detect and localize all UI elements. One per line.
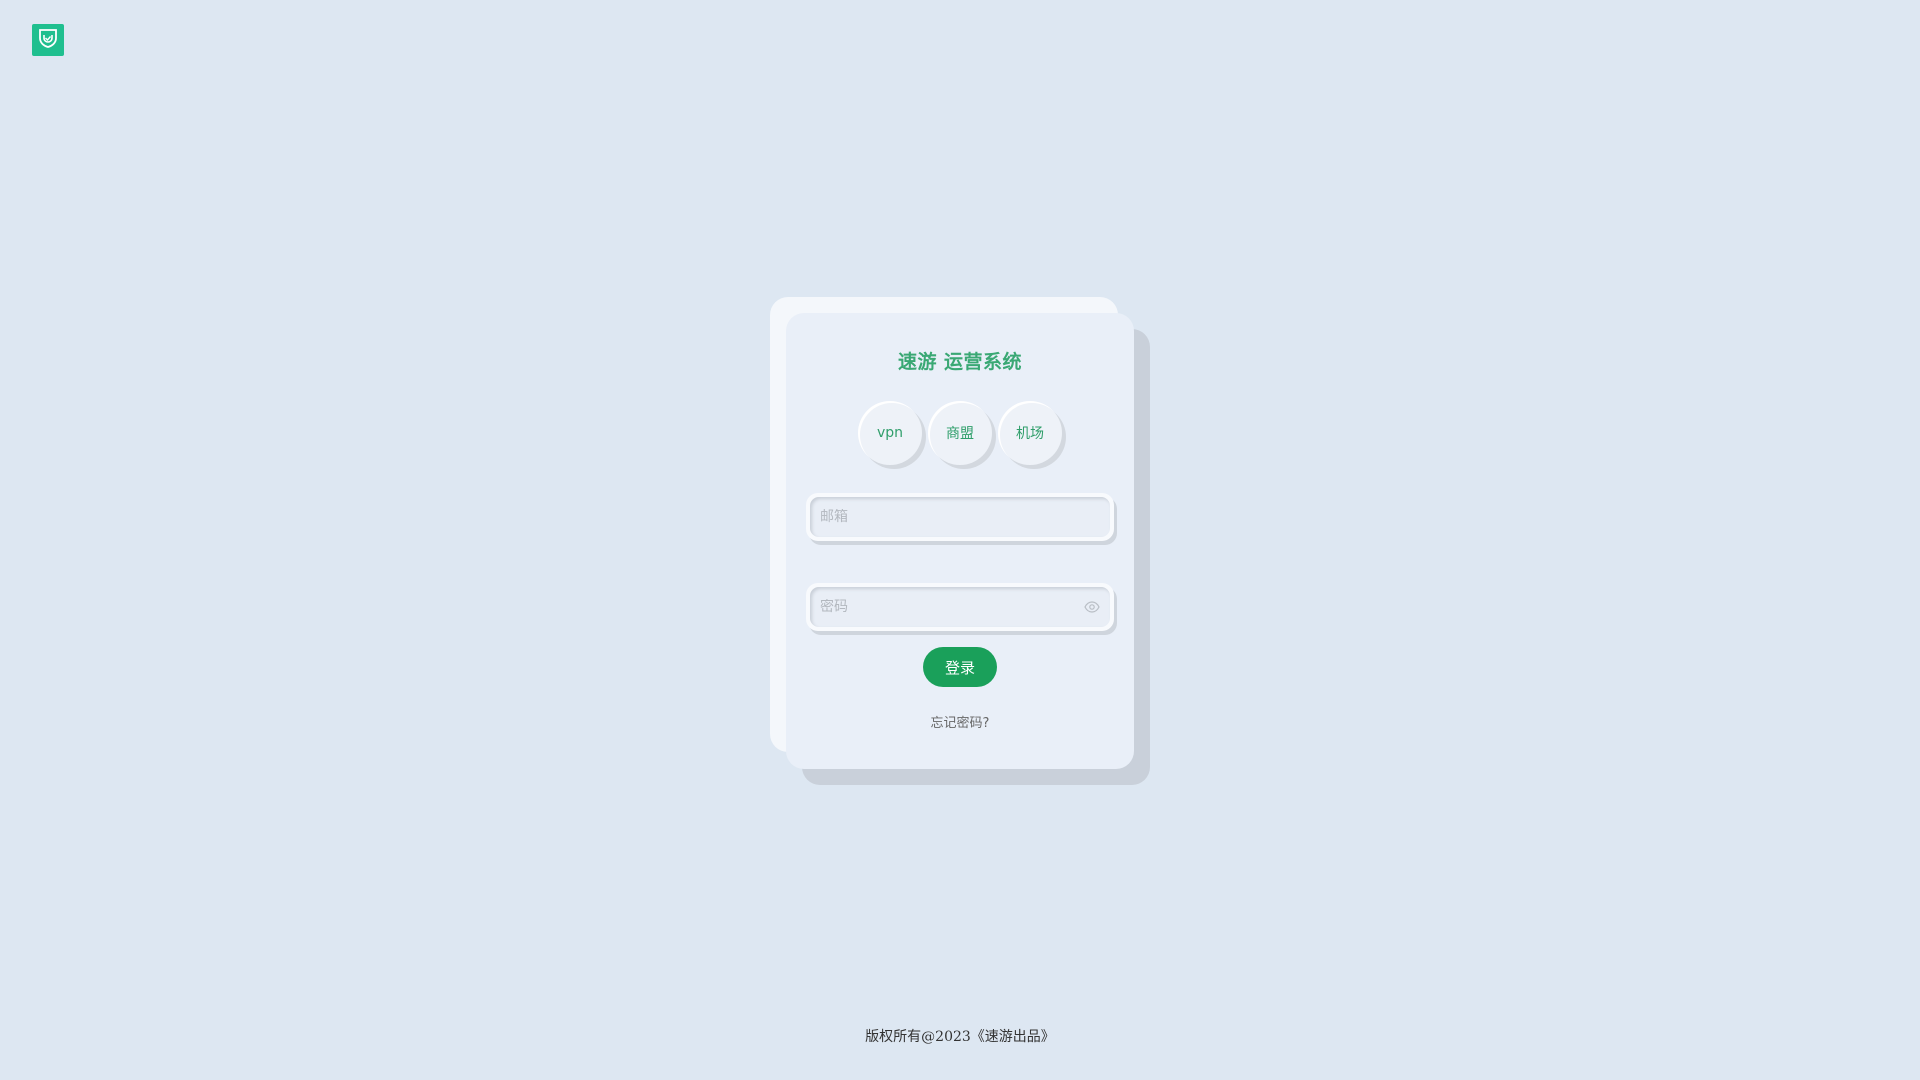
password-input[interactable] (820, 599, 1084, 615)
email-field-inner (810, 497, 1110, 537)
email-field-frame (806, 493, 1114, 541)
password-field-frame (806, 583, 1114, 631)
forgot-password-link[interactable]: 忘记密码? (786, 712, 1134, 731)
shield-check-icon (37, 27, 59, 53)
login-title: 速游 运营系统 (897, 351, 1023, 373)
login-card-wrapper: 速游 运营系统 vpn 商盟 机场 登录 忘记密码? (770, 297, 1150, 787)
tab-jichang[interactable]: 机场 (998, 401, 1062, 465)
password-field-inner (810, 587, 1110, 627)
login-button[interactable]: 登录 (923, 647, 997, 687)
tab-vpn[interactable]: vpn (858, 401, 922, 465)
login-card: 速游 运营系统 vpn 商盟 机场 登录 忘记密码? (786, 313, 1134, 769)
footer-copyright: 版权所有@2023《速游出品》 (865, 1029, 1055, 1045)
login-type-tabs: vpn 商盟 机场 (786, 401, 1134, 465)
tab-shangmeng[interactable]: 商盟 (928, 401, 992, 465)
eye-icon[interactable] (1084, 601, 1100, 613)
app-logo[interactable] (32, 24, 64, 56)
email-input[interactable] (820, 509, 1100, 525)
